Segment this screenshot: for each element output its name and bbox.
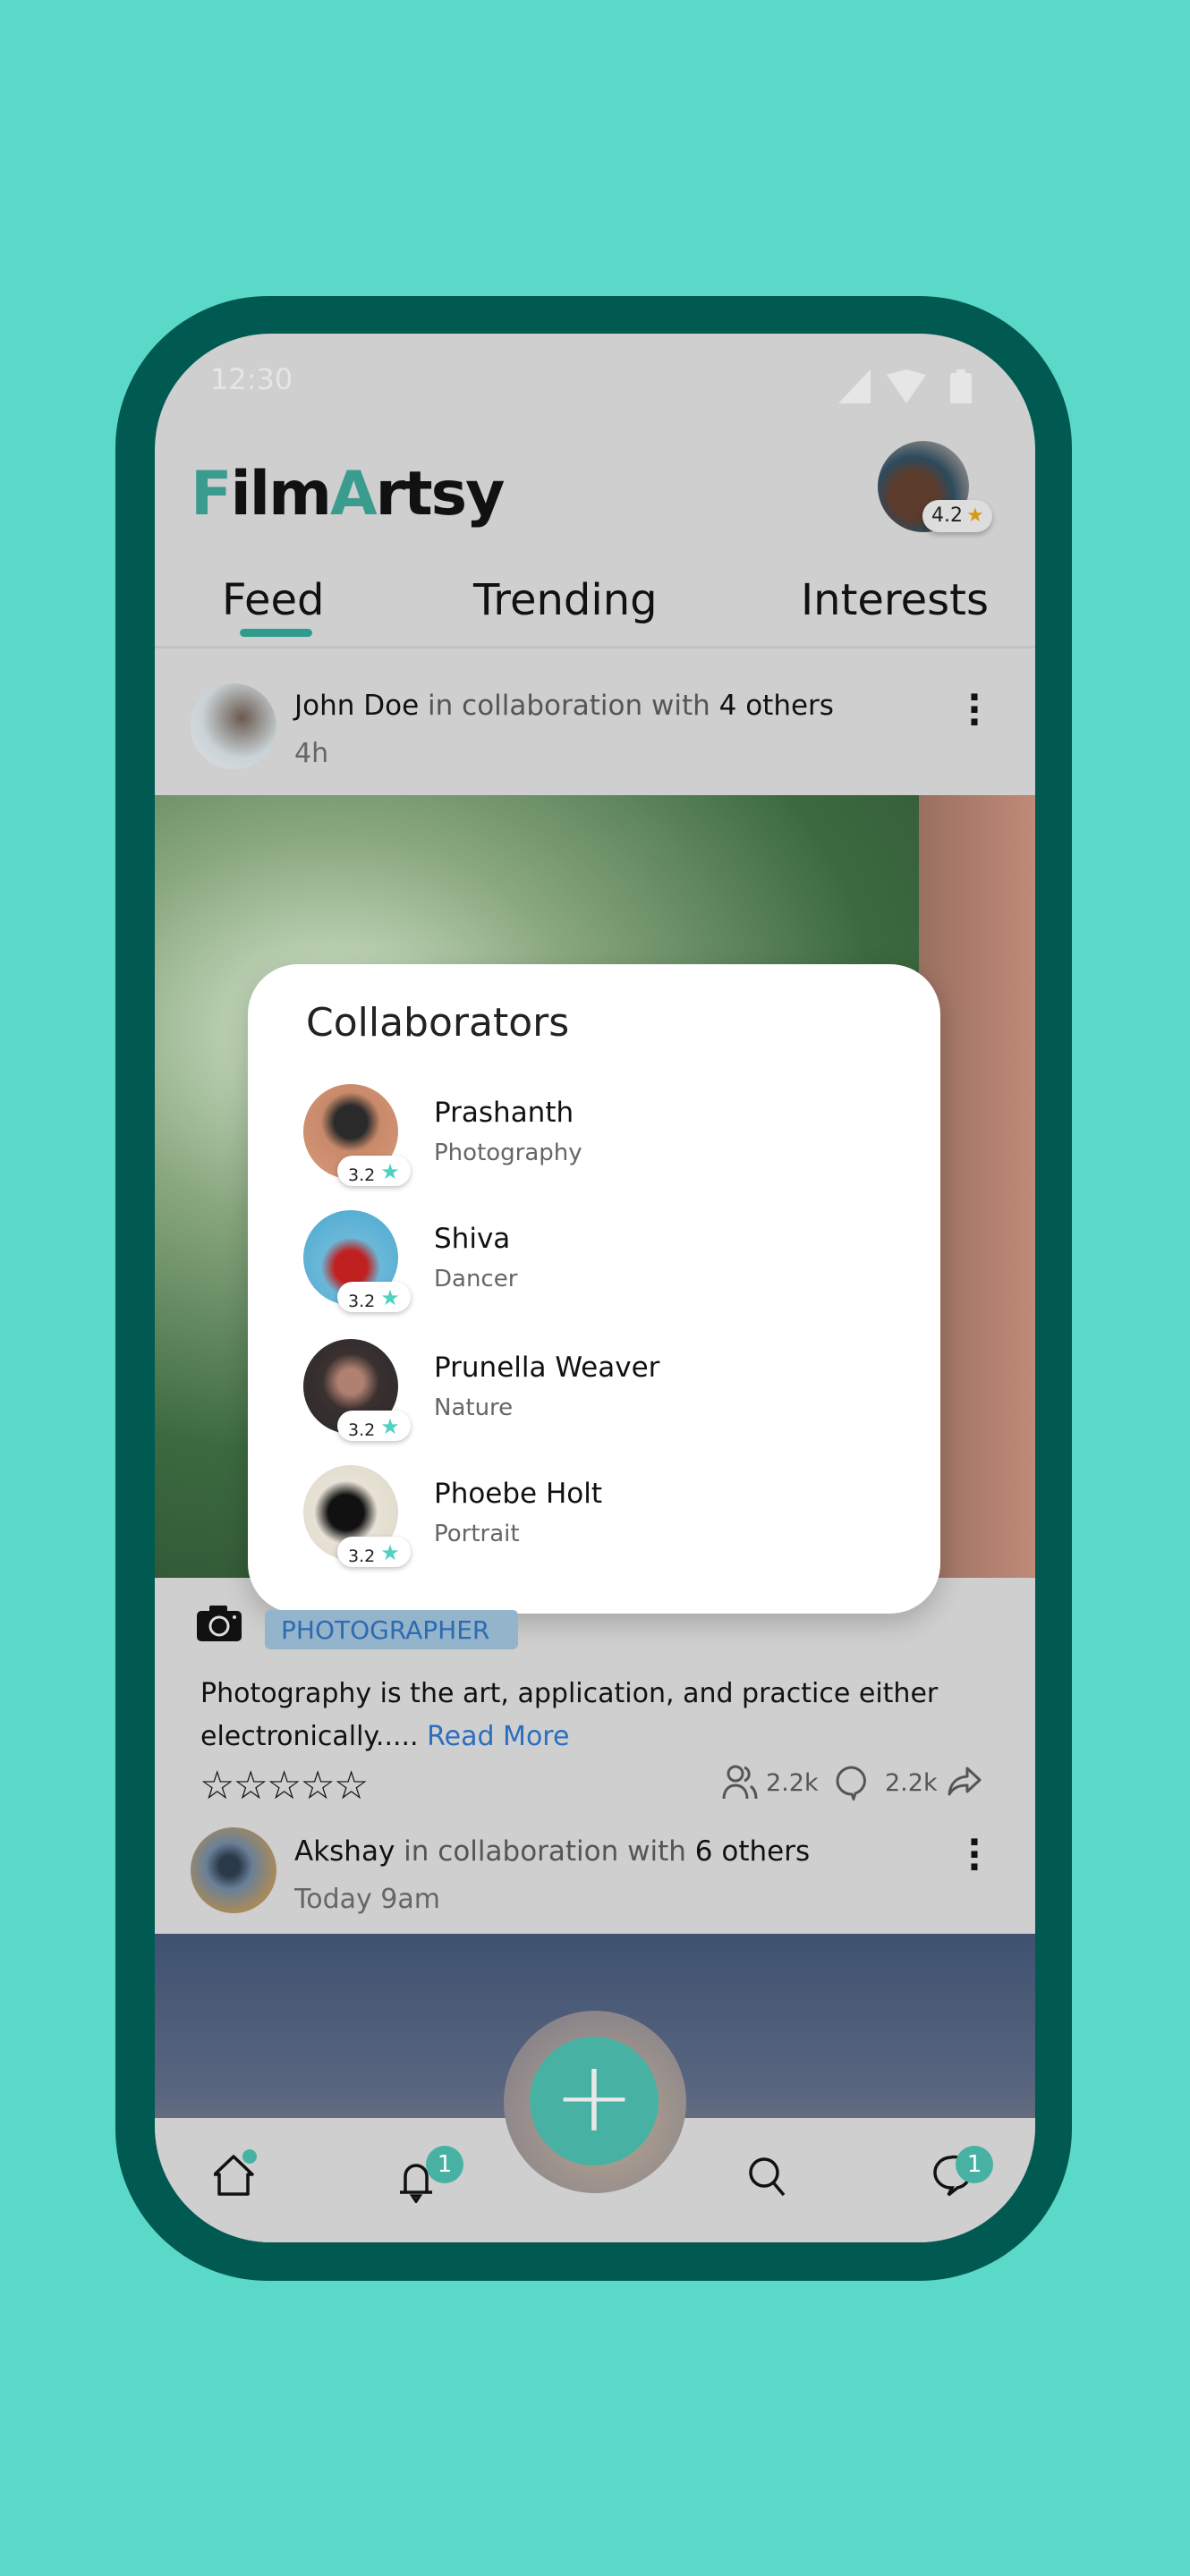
app-logo: FilmArtsy	[191, 459, 505, 530]
more-options-icon[interactable]: · · ·	[965, 680, 983, 741]
comments-count: 2.2k	[885, 1769, 938, 1797]
collaborator-item[interactable]: 3.2 ★ Phoebe Holt Portrait	[303, 1465, 876, 1567]
collaborator-name: Shiva	[434, 1223, 511, 1255]
tab-trending[interactable]: Trending	[473, 575, 658, 625]
active-tab-indicator	[240, 629, 312, 637]
star-icon: ★	[380, 1540, 400, 1565]
signal-icon	[838, 369, 871, 403]
profile-rating-badge: 4.2 ★	[922, 500, 992, 532]
more-options-icon[interactable]: · · ·	[965, 1825, 983, 1885]
category-tag[interactable]: PHOTOGRAPHER	[265, 1610, 518, 1649]
users-icon[interactable]	[722, 1765, 758, 1799]
collaborator-item[interactable]: 3.2 ★ Shiva Dancer	[303, 1210, 876, 1312]
star-rating[interactable]: ☆☆☆☆☆	[200, 1763, 369, 1809]
plus-icon: +	[552, 2039, 636, 2154]
collaborator-role: Photography	[434, 1140, 582, 1166]
create-post-button[interactable]: +	[530, 2037, 659, 2165]
rating-badge: 3.2 ★	[337, 1282, 411, 1312]
notifications-badge: 1	[426, 2146, 463, 2183]
collaborator-role: Portrait	[434, 1521, 520, 1547]
post-time: 4h	[294, 738, 329, 769]
collaborator-item[interactable]: 3.2 ★ Prashanth Photography	[303, 1084, 876, 1186]
rating-badge: 3.2 ★	[337, 1411, 411, 1441]
battery-icon	[950, 369, 972, 403]
post-header-text: Akshay in collaboration with 6 others	[294, 1835, 811, 1868]
collaborator-name: Phoebe Holt	[434, 1478, 603, 1510]
collaborator-name: Prashanth	[434, 1097, 574, 1129]
author-name[interactable]: Akshay	[294, 1835, 395, 1868]
post-description: Photography is the art, application, and…	[200, 1678, 939, 1752]
star-icon: ☆	[200, 1763, 234, 1809]
author-name[interactable]: John Doe	[294, 690, 419, 722]
search-icon[interactable]	[748, 2157, 787, 2198]
status-time: 12:30	[210, 362, 293, 396]
collaborators-link[interactable]: 4 others	[719, 690, 834, 722]
share-icon[interactable]	[948, 1767, 982, 1797]
star-icon: ☆	[233, 1763, 268, 1809]
camera-icon	[197, 1606, 242, 1641]
star-icon: ☆	[300, 1763, 335, 1809]
rating-badge: 3.2 ★	[337, 1156, 411, 1186]
tab-feed[interactable]: Feed	[222, 575, 325, 625]
collaborator-name: Prunella Weaver	[434, 1352, 660, 1384]
divider	[155, 646, 1035, 648]
wifi-icon	[887, 369, 926, 403]
modal-title: Collaborators	[306, 1000, 570, 1046]
followers-count: 2.2k	[766, 1769, 819, 1797]
collaborators-modal: Collaborators 3.2 ★ Prashanth Photography…	[248, 964, 940, 1614]
app-screen: 12:30 FilmArtsy 4.2 ★ Feed Trending Inter…	[155, 334, 1035, 2242]
post-author-avatar[interactable]	[191, 1827, 276, 1913]
comment-icon[interactable]	[835, 1765, 869, 1801]
collaborators-link[interactable]: 6 others	[695, 1835, 810, 1868]
collaborator-role: Nature	[434, 1394, 514, 1421]
star-icon: ★	[380, 1414, 400, 1439]
messages-badge: 1	[956, 2146, 993, 2183]
collaborator-item[interactable]: 3.2 ★ Prunella Weaver Nature	[303, 1339, 876, 1441]
read-more-link[interactable]: Read More	[427, 1721, 569, 1752]
rating-badge: 3.2 ★	[337, 1537, 411, 1567]
star-icon: ☆	[266, 1763, 302, 1809]
post-author-avatar[interactable]	[191, 683, 276, 769]
star-icon: ★	[380, 1159, 400, 1184]
home-dot-indicator	[242, 2149, 257, 2164]
star-icon: ★	[380, 1285, 400, 1310]
star-icon: ☆	[333, 1763, 369, 1809]
post-time: Today 9am	[294, 1884, 440, 1915]
collaborator-role: Dancer	[434, 1266, 518, 1292]
tab-interests[interactable]: Interests	[801, 575, 989, 625]
star-icon: ★	[966, 504, 984, 527]
post-header-text: John Doe in collaboration with 4 others	[294, 690, 834, 722]
